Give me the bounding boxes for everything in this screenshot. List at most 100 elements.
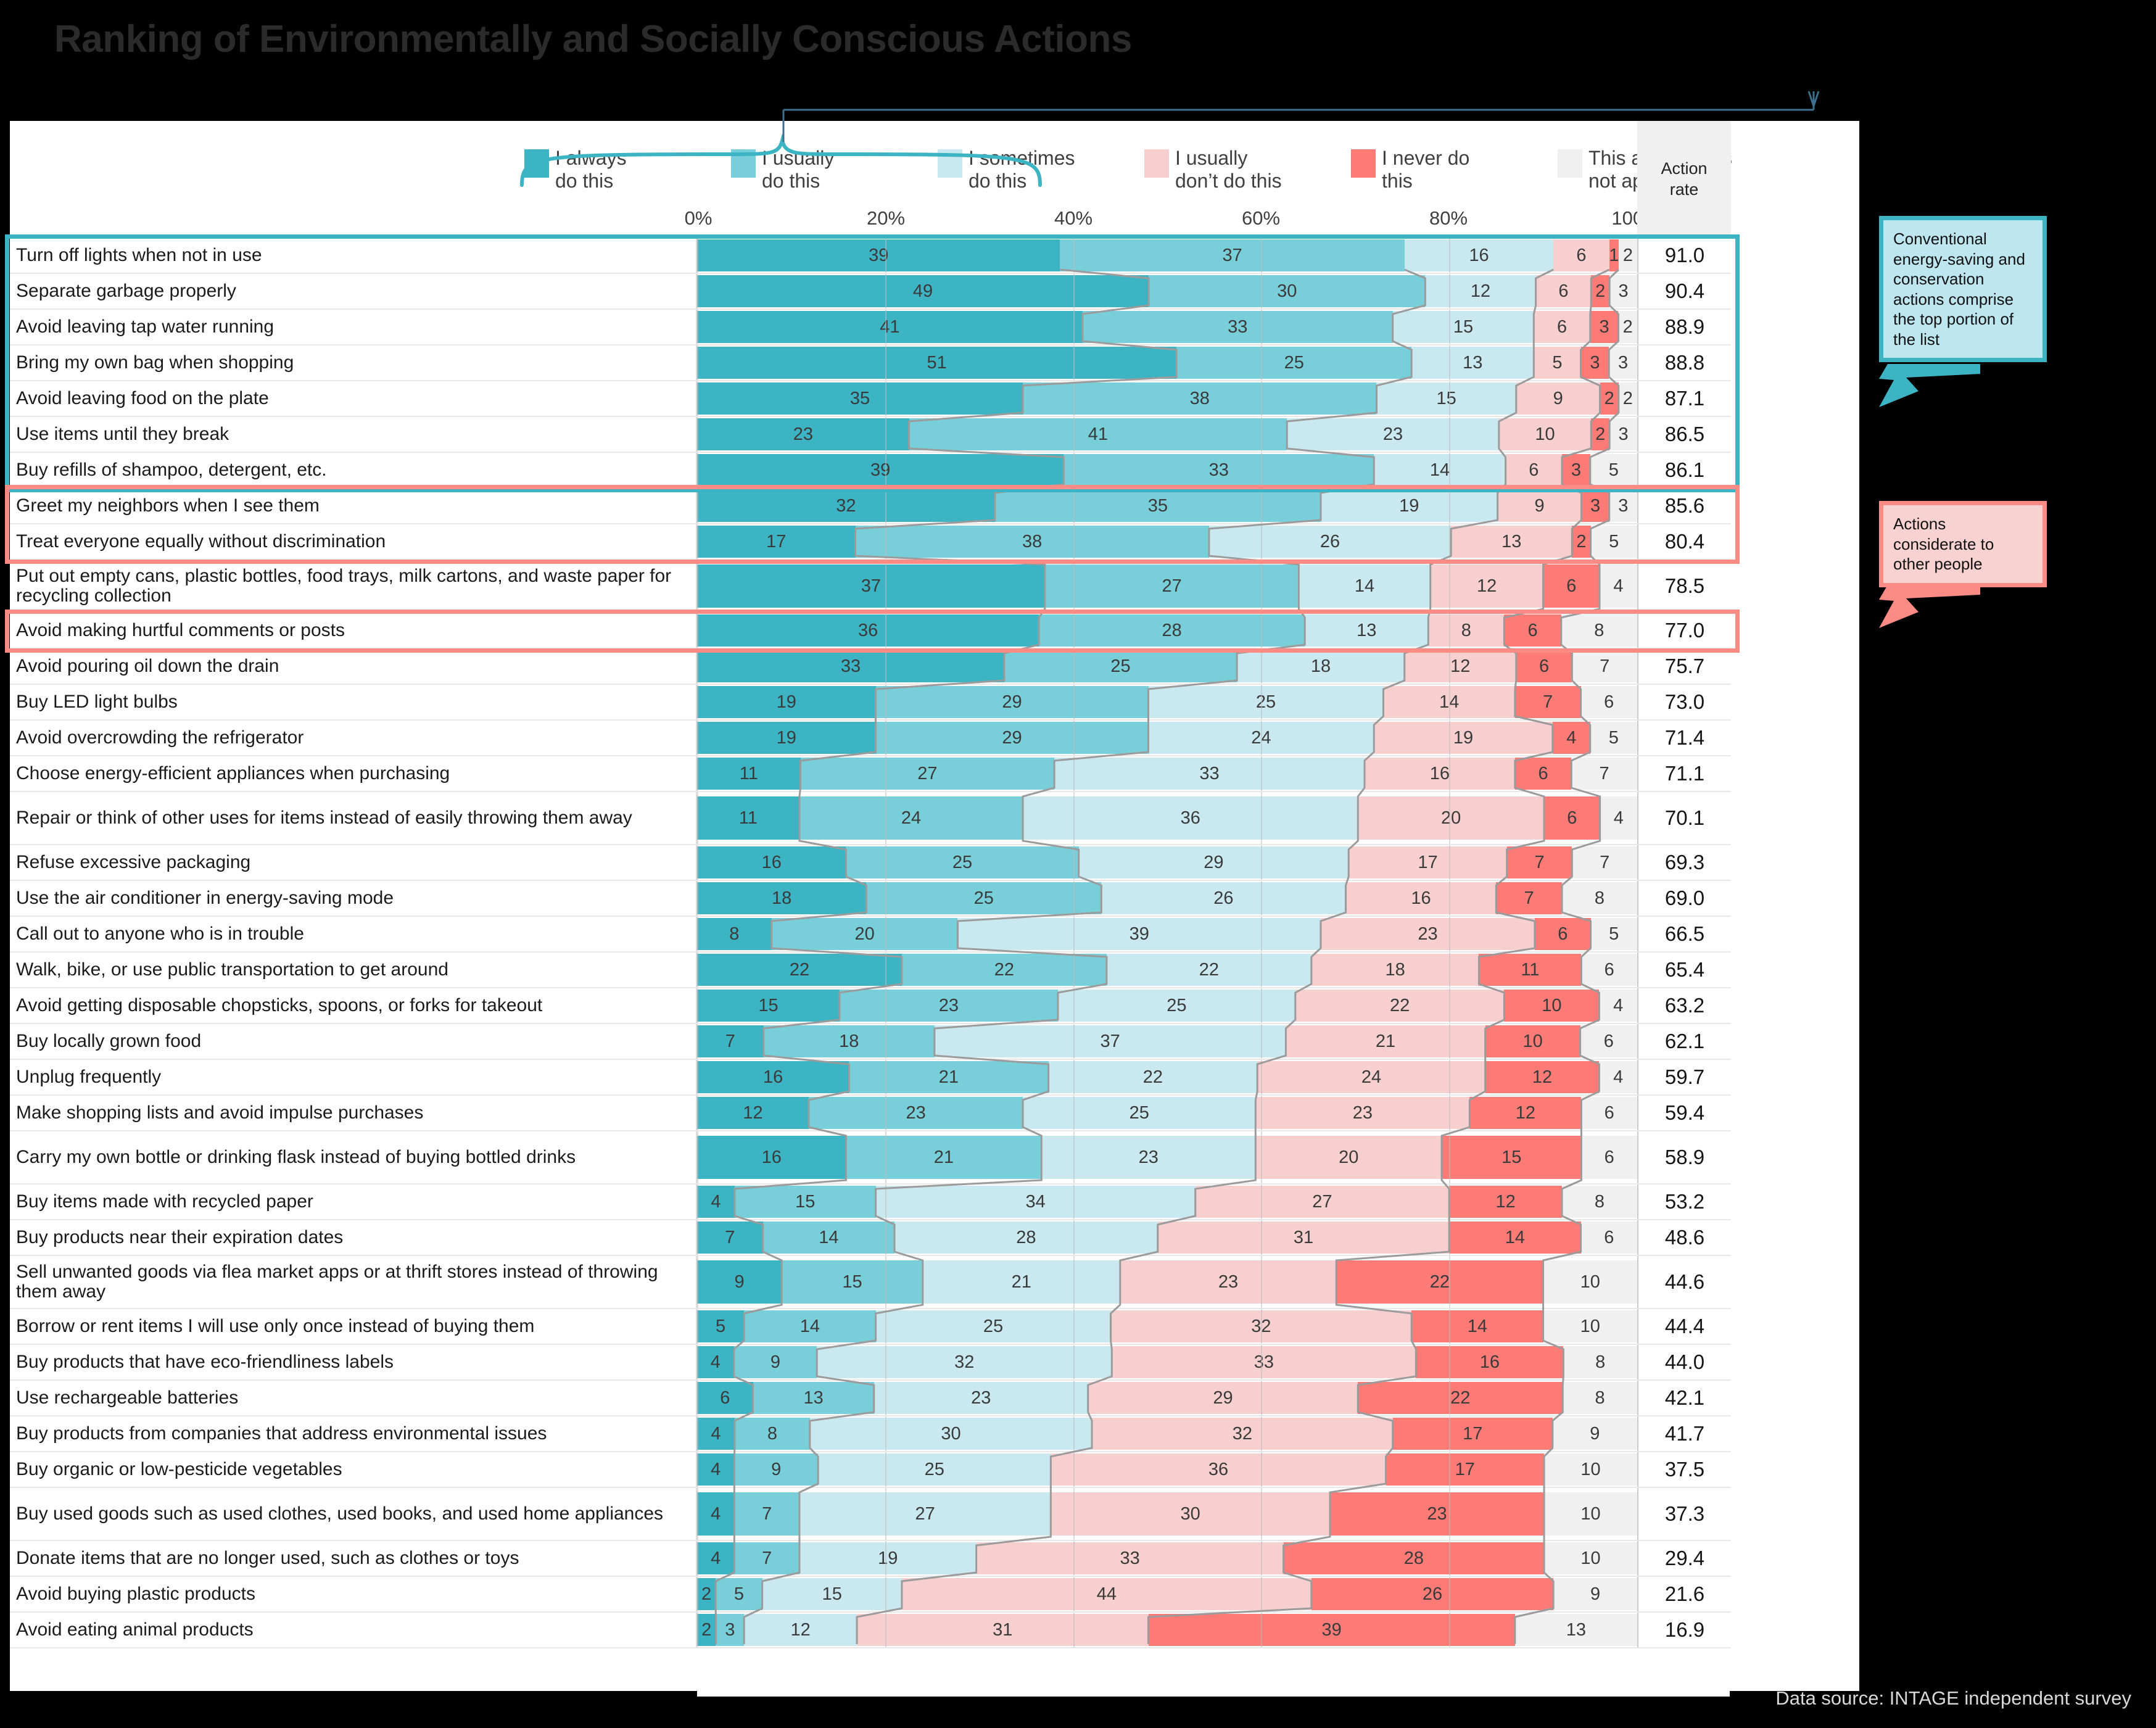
- bar-segment-1: 27: [800, 758, 1055, 790]
- bar-segment-1: 41: [909, 418, 1287, 450]
- stacked-bar: 11 27 33 16 6 7: [697, 758, 1637, 790]
- action-rate-value: 48.6: [1637, 1220, 1731, 1255]
- bar-segment-2: 28: [894, 1222, 1158, 1254]
- bar-segment-0: 7: [697, 1222, 763, 1254]
- x-axis-ticks: 0% 20% 40% 60% 80% 100%: [0, 207, 2156, 232]
- axis-tick-80: 80%: [1429, 207, 1468, 229]
- bar-segment-2: 15: [1376, 382, 1516, 415]
- bar-segment-0: 19: [697, 686, 876, 718]
- bar-segment-4: 2: [1591, 418, 1610, 450]
- table-row: Put out empty cans, plastic bottles, foo…: [10, 560, 1731, 613]
- bar-segment-0: 11: [697, 758, 801, 790]
- action-rate-value: 37.3: [1637, 1488, 1731, 1540]
- stacked-bar: 36 28 13 8 6 8: [697, 614, 1637, 647]
- action-rate-value: 70.1: [1637, 792, 1731, 844]
- bar-segment-5: 9: [1553, 1578, 1637, 1610]
- bar-segment-3: 33: [1112, 1346, 1416, 1378]
- bar-segment-5: 4: [1600, 796, 1637, 840]
- bar-segment-3: 6: [1534, 311, 1590, 343]
- stacked-bar: 41 33 15 6 3 2: [697, 311, 1637, 343]
- bar-segment-5: 6: [1580, 1025, 1637, 1057]
- table-row: Buy used goods such as used clothes, use…: [10, 1488, 1731, 1541]
- bar-segment-2: 25: [818, 1453, 1051, 1486]
- legend-item-1: I usually do this: [731, 147, 938, 192]
- stacked-bar-cell: 49 30 12 6 2 3: [697, 274, 1638, 308]
- stacked-bar: 33 25 18 12 6 7: [697, 650, 1637, 682]
- bar-segment-2: 15: [1392, 311, 1534, 343]
- bar-segment-2: 23: [1287, 418, 1499, 450]
- table-row: Choose energy-efficient appliances when …: [10, 756, 1731, 792]
- bar-segment-2: 25: [1057, 990, 1295, 1022]
- stacked-bar-cell: 32 35 19 9 3 3: [697, 489, 1638, 523]
- table-row: Separate garbage properly 49 30 12 6 2 3 90.4: [10, 274, 1731, 310]
- bar-segment-5: 3: [1609, 275, 1637, 307]
- legend-swatch-icon-1: [731, 149, 756, 178]
- table-row: Use the air conditioner in energy-saving…: [10, 881, 1731, 917]
- bar-segment-0: 4: [697, 1186, 735, 1218]
- table-row: Avoid overcrowding the refrigerator 19 29 2…: [10, 721, 1731, 756]
- bar-segment-5: 2: [1618, 239, 1637, 271]
- stacked-bar-cell: 51 25 13 5 3 3: [697, 345, 1638, 380]
- bar-segment-4: 17: [1386, 1453, 1545, 1486]
- bar-segment-4: 22: [1358, 1382, 1563, 1414]
- stacked-bar-cell: 39 37 16 6 1 2: [697, 238, 1638, 273]
- table-row: Walk, bike, or use public transportation…: [10, 953, 1731, 988]
- bar-segment-0: 35: [697, 382, 1023, 415]
- bar-segment-5: 10: [1543, 1260, 1637, 1304]
- bar-segment-5: 8: [1563, 1382, 1637, 1414]
- bar-segment-1: 7: [734, 1492, 799, 1536]
- bar-segment-3: 23: [1120, 1260, 1337, 1304]
- stacked-bar: 51 25 13 5 3 3: [697, 347, 1637, 379]
- bar-segment-4: 12: [1449, 1186, 1563, 1218]
- stacked-bar-cell: 4 9 25 36 17 10: [697, 1452, 1638, 1487]
- bar-segment-0: 6: [697, 1382, 753, 1414]
- action-label: Buy products that have eco-friendliness …: [10, 1345, 697, 1379]
- action-label: Buy items made with recycled paper: [10, 1184, 697, 1219]
- stacked-bar-cell: 4 15 34 27 12 8: [697, 1184, 1638, 1219]
- action-rate-value: 69.0: [1637, 881, 1731, 916]
- table-row: Use rechargeable batteries 6 13 23 29 22 8 42.1: [10, 1381, 1731, 1416]
- action-rate-header-line1: Action: [1661, 159, 1708, 178]
- bar-segment-0: 12: [697, 1097, 809, 1129]
- bar-segment-4: 14: [1449, 1222, 1581, 1254]
- bar-segment-1: 13: [753, 1382, 874, 1414]
- action-rate-value: 63.2: [1637, 988, 1731, 1023]
- bar-segment-2: 23: [1041, 1136, 1256, 1179]
- bar-segment-4: 6: [1543, 564, 1600, 608]
- bar-segment-3: 6: [1535, 275, 1592, 307]
- stacked-bar-cell: 9 15 21 23 22 10: [697, 1256, 1638, 1308]
- action-rate-value: 53.2: [1637, 1184, 1731, 1219]
- action-label: Buy refills of shampoo, detergent, etc.: [10, 453, 697, 487]
- bar-segment-5: 4: [1599, 990, 1637, 1022]
- bar-segment-4: 3: [1562, 454, 1590, 486]
- source-note: Data source: INTAGE independent survey: [1775, 1687, 2131, 1709]
- bar-segment-2: 13: [1411, 347, 1534, 379]
- bar-segment-3: 12: [1404, 650, 1516, 682]
- stacked-bar-cell: 16 21 23 20 15 6: [697, 1131, 1638, 1183]
- bar-segment-4: 7: [1514, 686, 1581, 718]
- bar-segment-3: 17: [1349, 846, 1507, 878]
- bar-segment-4: 28: [1283, 1542, 1545, 1574]
- bar-segment-0: 4: [697, 1453, 735, 1486]
- table-row: Unplug frequently 16 21 22 24 12 4 59.7: [10, 1060, 1731, 1096]
- table-row: Repair or think of other uses for items …: [10, 792, 1731, 845]
- stacked-bar: 39 37 16 6 1 2: [697, 239, 1637, 271]
- bar-segment-4: 2: [1572, 526, 1591, 558]
- stacked-bar-cell: 19 29 24 19 4 5: [697, 721, 1638, 755]
- stacked-bar: 12 23 25 23 12 6: [697, 1097, 1637, 1129]
- bar-segment-3: 27: [1195, 1186, 1450, 1218]
- callout-energy-saving: Conventional energy-saving and conservat…: [1879, 216, 2047, 362]
- table-row: Make shopping lists and avoid impulse pu…: [10, 1096, 1731, 1131]
- action-label: Separate garbage properly: [10, 274, 697, 308]
- legend-swatch-icon-4: [1351, 149, 1376, 178]
- stacked-bar-cell: 35 38 15 9 2 2: [697, 381, 1638, 416]
- bar-segment-3: 21: [1286, 1025, 1485, 1057]
- action-rate-value: 59.4: [1637, 1096, 1731, 1130]
- bar-segment-5: 9: [1552, 1418, 1637, 1450]
- legend-label-0: I always do this: [555, 147, 627, 192]
- table-row: Buy locally grown food 7 18 37 21 10 6 62.1: [10, 1024, 1731, 1060]
- bar-segment-3: 6: [1505, 454, 1563, 486]
- stacked-bar-cell: 6 13 23 29 22 8: [697, 1381, 1638, 1415]
- stacked-bar: 4 9 25 36 17 10: [697, 1453, 1637, 1486]
- stacked-bar-cell: 4 9 32 33 16 8: [697, 1345, 1638, 1379]
